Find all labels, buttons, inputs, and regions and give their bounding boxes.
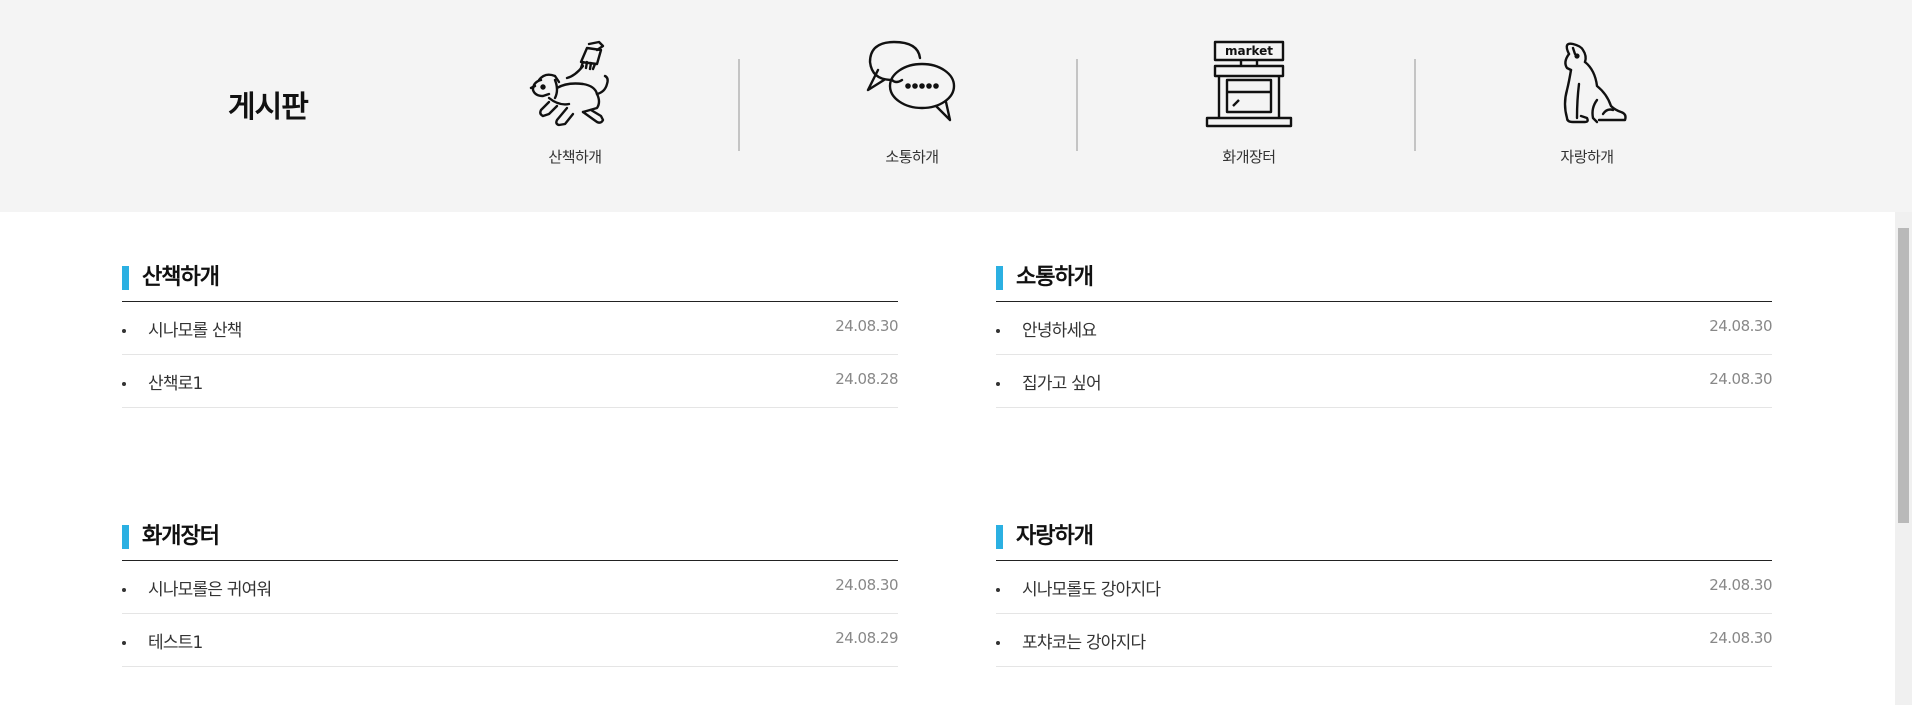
bullet-icon xyxy=(996,641,1000,645)
category-label: 자랑하개 xyxy=(1560,148,1614,166)
divider xyxy=(1076,59,1078,151)
chat-bubbles-icon xyxy=(866,40,956,122)
category-market[interactable]: market 화개장터 xyxy=(1169,40,1329,167)
list-item[interactable]: 안녕하세요 24.08.30 xyxy=(996,302,1772,355)
bullet-icon xyxy=(996,329,1000,333)
category-label: 화개장터 xyxy=(1222,148,1276,166)
divider xyxy=(1414,59,1416,151)
category-walk[interactable]: 산책하개 xyxy=(495,40,655,167)
bullet-icon xyxy=(122,382,126,386)
board-section-talk: 소통하개 안녕하세요 24.08.30 집가고 싶어 24.08.30 xyxy=(996,262,1772,408)
post-title[interactable]: 집가고 싶어 xyxy=(1022,369,1102,394)
list-item[interactable]: 테스트1 24.08.29 xyxy=(122,614,898,667)
board-section-walk: 산책하개 시나모롤 산책 24.08.30 산책로1 24.08.28 xyxy=(122,262,898,408)
board-section-market: 화개장터 시나모롤은 귀여워 24.08.30 테스트1 24.08.29 xyxy=(122,521,898,667)
list-item[interactable]: 시나모롤은 귀여워 24.08.30 xyxy=(122,561,898,614)
category-label: 산책하개 xyxy=(548,148,602,166)
vertical-scrollbar[interactable] xyxy=(1895,212,1912,705)
post-title[interactable]: 안녕하세요 xyxy=(1022,316,1097,341)
section-title[interactable]: 자랑하개 xyxy=(1016,521,1772,551)
dog-walking-icon xyxy=(529,40,609,127)
divider xyxy=(738,59,740,151)
list-item[interactable]: 포챠코는 강아지다 24.08.30 xyxy=(996,614,1772,667)
bullet-icon xyxy=(122,329,126,333)
post-date: 24.08.30 xyxy=(1709,317,1772,335)
page-title: 게시판 xyxy=(228,90,309,125)
section-header: 화개장터 xyxy=(122,521,898,561)
section-title[interactable]: 소통하개 xyxy=(1016,262,1772,292)
section-title[interactable]: 화개장터 xyxy=(142,521,898,551)
list-item[interactable]: 산책로1 24.08.28 xyxy=(122,355,898,408)
post-date: 24.08.30 xyxy=(1709,370,1772,388)
post-title[interactable]: 포챠코는 강아지다 xyxy=(1022,628,1146,653)
section-header: 자랑하개 xyxy=(996,521,1772,561)
bullet-icon xyxy=(996,588,1000,592)
sitting-dog-icon xyxy=(1563,42,1627,124)
category-label: 소통하개 xyxy=(885,148,939,166)
list-item[interactable]: 시나모롤 산책 24.08.30 xyxy=(122,302,898,355)
section-header: 소통하개 xyxy=(996,262,1772,302)
section-title[interactable]: 산책하개 xyxy=(142,262,898,292)
section-header: 산책하개 xyxy=(122,262,898,302)
market-stall-icon: market xyxy=(1205,40,1293,128)
post-title[interactable]: 시나모롤은 귀여워 xyxy=(148,575,272,600)
category-talk[interactable]: 소통하개 xyxy=(832,40,992,167)
post-date: 24.08.30 xyxy=(1709,576,1772,594)
post-title[interactable]: 테스트1 xyxy=(148,628,203,653)
post-date: 24.08.30 xyxy=(1709,629,1772,647)
list-item[interactable]: 집가고 싶어 24.08.30 xyxy=(996,355,1772,408)
scrollbar-thumb[interactable] xyxy=(1898,228,1909,523)
svg-text:market: market xyxy=(1225,44,1273,58)
post-title[interactable]: 시나모롤 산책 xyxy=(148,316,242,341)
board-section-proud: 자랑하개 시나모롤도 강아지다 24.08.30 포챠코는 강아지다 24.08… xyxy=(996,521,1772,667)
post-date: 24.08.29 xyxy=(835,629,898,647)
post-title[interactable]: 시나모롤도 강아지다 xyxy=(1022,575,1161,600)
category-proud[interactable]: 자랑하개 xyxy=(1507,40,1667,167)
bullet-icon xyxy=(122,588,126,592)
post-title[interactable]: 산책로1 xyxy=(148,369,203,394)
post-date: 24.08.30 xyxy=(835,576,898,594)
post-date: 24.08.30 xyxy=(835,317,898,335)
list-item[interactable]: 시나모롤도 강아지다 24.08.30 xyxy=(996,561,1772,614)
bullet-icon xyxy=(996,382,1000,386)
post-date: 24.08.28 xyxy=(835,370,898,388)
board-category-bar: 게시판 산책하개 소통하개 market 화개장터 자랑하개 xyxy=(0,0,1912,212)
bullet-icon xyxy=(122,641,126,645)
